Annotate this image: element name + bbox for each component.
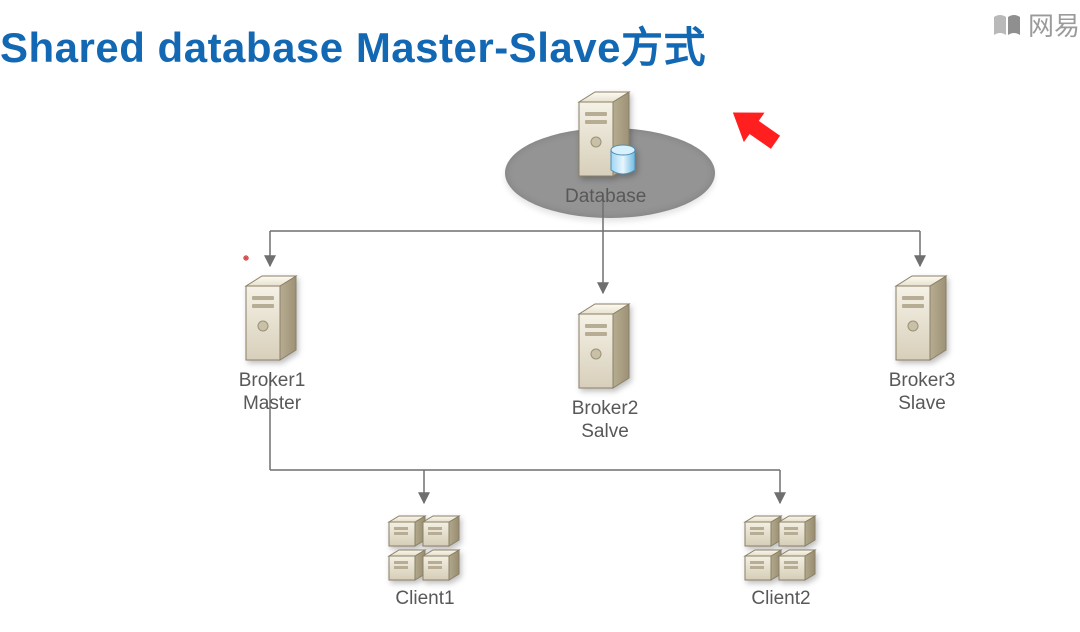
server-tower-icon (238, 268, 306, 368)
database-spotlight (505, 128, 715, 218)
red-callout-arrow-icon (720, 100, 790, 161)
node-client2: Client2 (736, 506, 826, 611)
node-broker3: Broker3 Slave (882, 268, 962, 416)
book-icon (992, 13, 1022, 37)
small-marker (243, 255, 249, 261)
node-broker2: Broker2 Salve (565, 296, 645, 444)
server-tower-icon (888, 268, 956, 368)
diagram-connectors (0, 0, 1080, 632)
server-tower-icon (571, 296, 639, 396)
client1-label: Client1 (380, 588, 470, 611)
watermark-text: 网易 (1028, 6, 1080, 43)
node-broker1: Broker1 Master (232, 268, 312, 416)
server-stack-icon (385, 506, 465, 586)
node-client1: Client1 (380, 506, 470, 611)
broker1-label: Broker1 Master (232, 370, 312, 416)
watermark: 网易 (992, 6, 1080, 43)
broker2-label: Broker2 Salve (565, 398, 645, 444)
page-title: Shared database Master-Slave方式 (0, 14, 706, 75)
client2-label: Client2 (736, 588, 826, 611)
broker3-label: Broker3 Slave (882, 370, 962, 416)
server-stack-icon (741, 506, 821, 586)
